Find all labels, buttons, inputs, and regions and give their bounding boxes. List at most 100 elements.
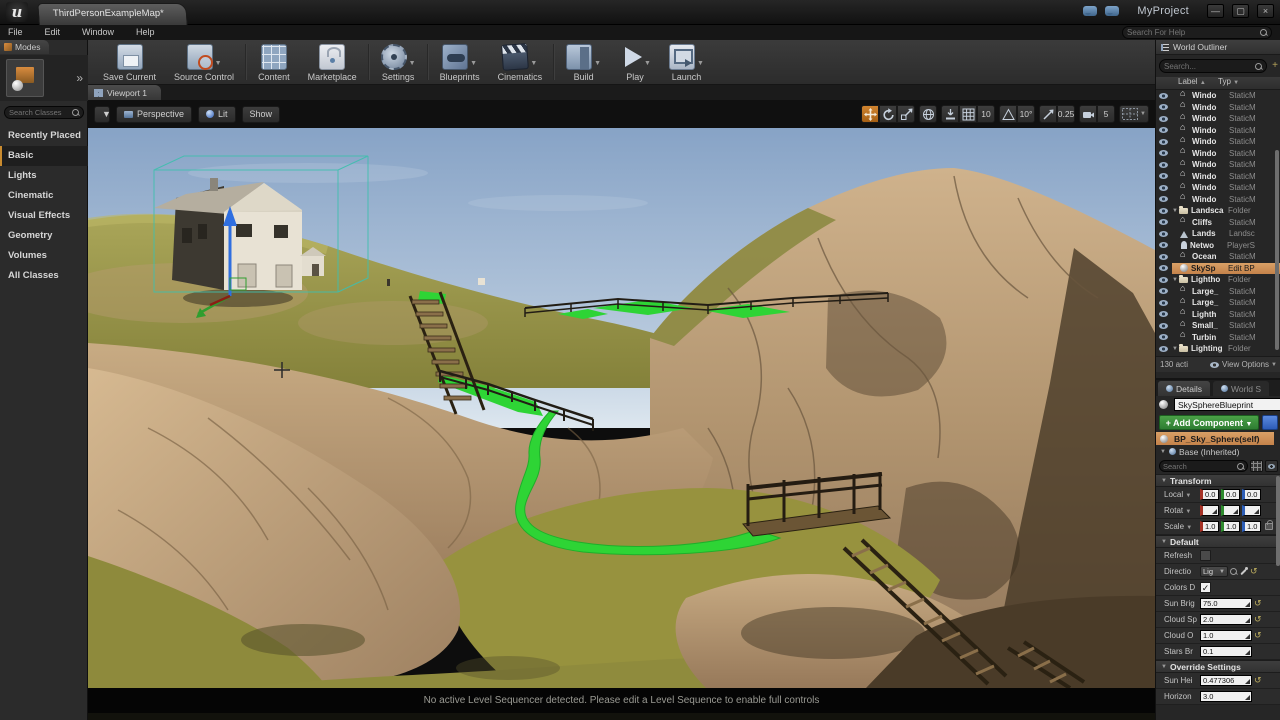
details-scrollbar[interactable] [1276, 476, 1280, 566]
property-number-field[interactable]: 2.0 [1200, 614, 1252, 625]
help-search-input[interactable] [1127, 28, 1260, 37]
column-label[interactable]: Label ▲ [1156, 77, 1218, 89]
scale-x-field[interactable]: 1.0 [1200, 521, 1219, 532]
property-number-field[interactable]: 0.1 [1200, 646, 1252, 657]
view-options-button[interactable]: View Options [1222, 360, 1269, 369]
visibility-eye-icon[interactable] [1159, 150, 1168, 156]
expander-icon[interactable]: ▼ [1172, 277, 1179, 283]
property-checkbox[interactable]: ✓ [1200, 582, 1211, 593]
location-x-field[interactable]: 0.0 [1200, 489, 1219, 500]
component-self-row[interactable]: BP_Sky_Sphere(self) [1156, 432, 1274, 445]
perspective-button[interactable]: Perspective [116, 106, 192, 123]
toolbar-button[interactable]: ▼ Blueprints [431, 40, 489, 84]
community-icon[interactable] [1105, 6, 1119, 16]
property-number-field[interactable]: 75.0 [1200, 598, 1252, 609]
camera-speed-button[interactable] [1079, 105, 1097, 123]
menu-item[interactable]: File [8, 25, 23, 40]
visibility-eye-icon[interactable] [1159, 93, 1168, 99]
outliner-row[interactable]: ▼ Turbin StaticM [1156, 332, 1280, 344]
rotation-x-field[interactable] [1200, 505, 1219, 516]
outliner-row[interactable]: ▼ Windo StaticM [1156, 171, 1280, 183]
outliner-row[interactable]: ▼ Ocean StaticM [1156, 251, 1280, 263]
outliner-row[interactable]: ▼ Cliffs StaticM [1156, 217, 1280, 229]
lock-icon[interactable] [1265, 523, 1273, 530]
visibility-eye-icon[interactable] [1159, 288, 1168, 294]
visibility-eye-icon[interactable] [1159, 231, 1168, 237]
visibility-eye-icon[interactable] [1159, 116, 1168, 122]
modes-category-item[interactable]: Recently Placed [0, 126, 88, 146]
property-number-field[interactable]: 3.0 [1200, 691, 1252, 702]
view-mode-button[interactable]: Lit [198, 106, 236, 123]
property-matrix-button[interactable] [1250, 460, 1263, 472]
outliner-row[interactable]: ▼ Small_ StaticM [1156, 320, 1280, 332]
tab-modes[interactable]: Modes [0, 40, 49, 54]
modes-category-item[interactable]: Geometry [0, 226, 88, 246]
feedback-icon[interactable] [1083, 6, 1097, 16]
visibility-eye-icon[interactable] [1159, 139, 1168, 145]
level-tab[interactable]: ThirdPersonExampleMap* [37, 3, 187, 25]
outliner-row[interactable]: ▼ SkySp Edit BP [1156, 263, 1280, 275]
tab-viewport[interactable]: Viewport 1 [88, 85, 161, 100]
object-picker-dropdown[interactable]: Lig▼ [1200, 566, 1228, 577]
visibility-eye-icon[interactable] [1159, 196, 1168, 202]
visibility-eye-icon[interactable] [1159, 104, 1168, 110]
classes-search-input[interactable] [9, 108, 72, 117]
outliner-row[interactable]: ▼ Lands Landsc [1156, 228, 1280, 240]
visibility-eye-icon[interactable] [1159, 323, 1168, 329]
modes-category-item[interactable]: All Classes [0, 266, 88, 286]
tab-details[interactable]: Details [1158, 381, 1210, 396]
edit-blueprint-button[interactable] [1262, 415, 1278, 430]
expander-icon[interactable]: ▼ [1172, 208, 1179, 214]
location-y-field[interactable]: 0.0 [1221, 489, 1240, 500]
grid-snap-button[interactable] [959, 105, 977, 123]
minimize-button[interactable]: — [1207, 4, 1224, 18]
reset-to-default-icon[interactable]: ↺ [1254, 676, 1262, 685]
visibility-eye-icon[interactable] [1159, 254, 1168, 260]
location-label[interactable]: Local ▼ [1164, 490, 1200, 499]
outliner-row[interactable]: ▼ Windo StaticM [1156, 90, 1280, 102]
close-button[interactable]: × [1257, 4, 1274, 18]
camera-speed-value-button[interactable]: 5 [1097, 105, 1115, 123]
visibility-eye-icon[interactable] [1159, 334, 1168, 340]
outliner-row[interactable]: ▼ Windo StaticM [1156, 102, 1280, 114]
maximize-button[interactable]: ▢ [1232, 4, 1249, 18]
expand-modes-icon[interactable]: » [76, 71, 83, 85]
outliner-row[interactable]: ▼ Windo StaticM [1156, 159, 1280, 171]
eyedropper-icon[interactable] [1239, 567, 1248, 576]
grid-snap-value-button[interactable]: 10 [977, 105, 995, 123]
outliner-row[interactable]: ▼ Large_ StaticM [1156, 286, 1280, 298]
visibility-eye-icon[interactable] [1159, 173, 1168, 179]
modes-category-item[interactable]: Lights [0, 166, 88, 186]
rotate-tool-button[interactable] [879, 105, 897, 123]
location-z-field[interactable]: 0.0 [1242, 489, 1261, 500]
reset-to-default-icon[interactable]: ↺ [1254, 599, 1262, 608]
section-default[interactable]: ▼ Default [1156, 535, 1280, 548]
scale-z-field[interactable]: 1.0 [1242, 521, 1261, 532]
visibility-eye-icon[interactable] [1159, 219, 1168, 225]
outliner-row[interactable]: ▼ Windo StaticM [1156, 125, 1280, 137]
expander-icon[interactable]: ▼ [1172, 346, 1179, 352]
details-search[interactable] [1159, 460, 1248, 472]
modes-category-item[interactable]: Basic [0, 146, 88, 166]
property-number-field[interactable]: 1.0 [1200, 630, 1252, 641]
outliner-row[interactable]: ▼ Large_ StaticM [1156, 297, 1280, 309]
outliner-row[interactable]: ▼ Landsca Folder [1156, 205, 1280, 217]
menu-item[interactable]: Help [136, 25, 155, 40]
tab-world-outliner[interactable]: World Outliner [1156, 40, 1280, 55]
visibility-eye-icon[interactable] [1159, 185, 1168, 191]
toolbar-button[interactable]: ▼ Build [557, 40, 610, 84]
surface-snap-button[interactable] [941, 105, 959, 123]
toolbar-button[interactable]: ▼ Launch [660, 40, 713, 84]
outliner-row[interactable]: ▼ Windo StaticM [1156, 148, 1280, 160]
outliner-scrollbar[interactable] [1275, 150, 1279, 350]
coordinate-system-button[interactable] [919, 105, 937, 123]
visibility-eye-icon[interactable] [1159, 277, 1168, 283]
outliner-row[interactable]: ▼ Windo StaticM [1156, 136, 1280, 148]
rotation-label[interactable]: Rotat ▼ [1164, 506, 1200, 515]
menu-item[interactable]: Edit [45, 25, 61, 40]
toolbar-button[interactable]: ▼ Content [249, 40, 299, 84]
rotation-snap-button[interactable] [999, 105, 1017, 123]
scale-label[interactable]: Scale ▼ [1164, 522, 1200, 531]
toolbar-button[interactable]: ▼ Settings [372, 40, 425, 84]
outliner-row[interactable]: ▼ Lighting Folder [1156, 343, 1280, 355]
